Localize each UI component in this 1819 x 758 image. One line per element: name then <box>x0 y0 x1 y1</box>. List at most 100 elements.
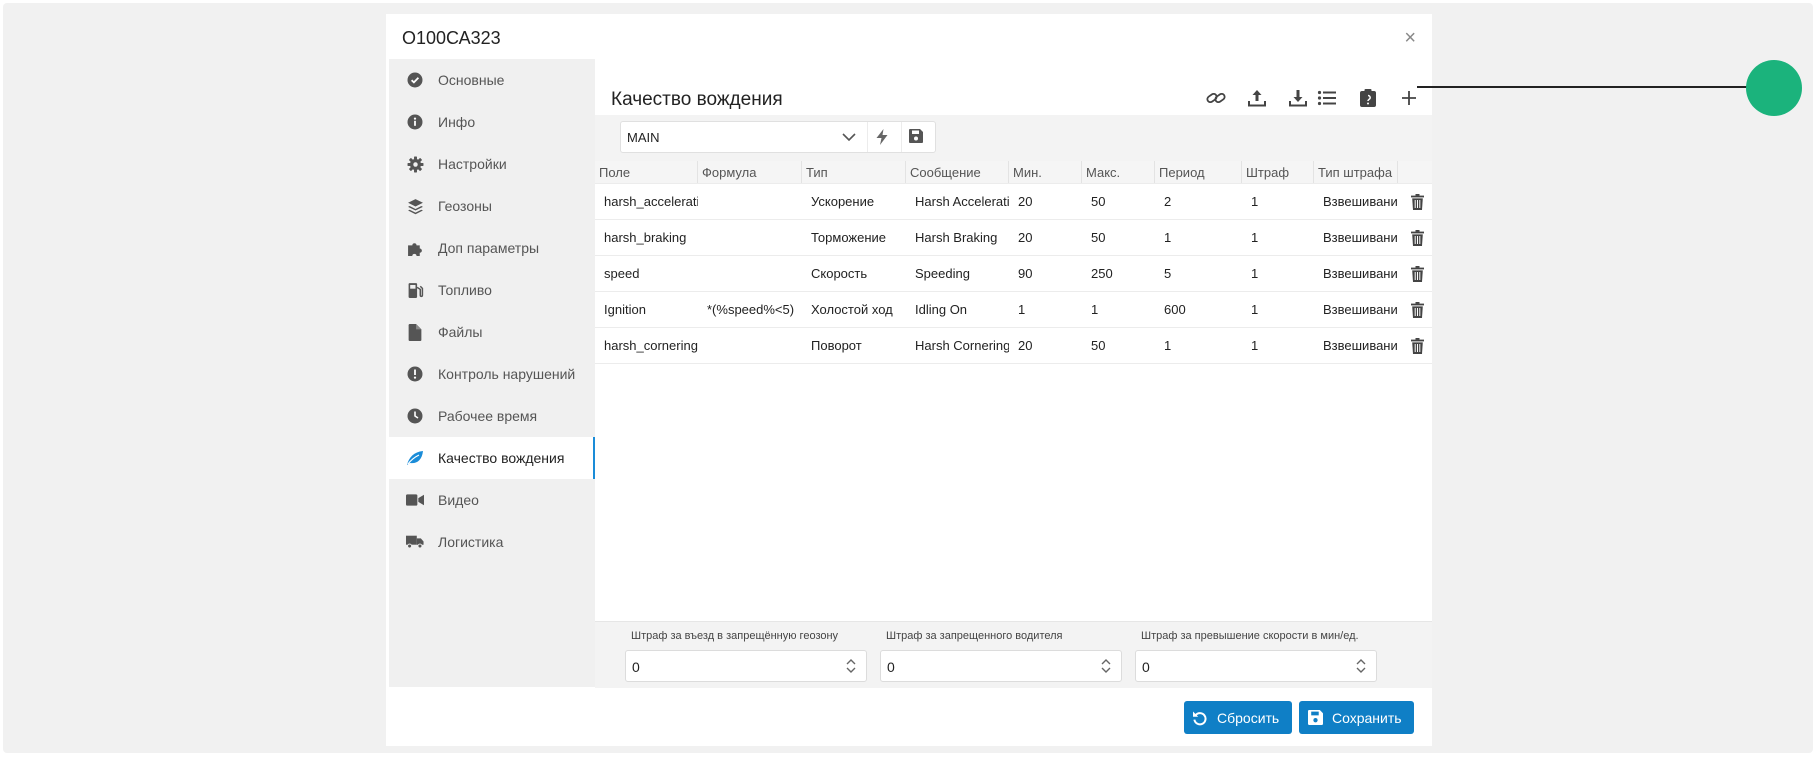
cell-field[interactable]: speed <box>595 256 698 291</box>
download-icon[interactable] <box>1285 85 1311 111</box>
cell-message[interactable]: Speeding <box>906 256 1009 291</box>
trash-icon[interactable] <box>1398 292 1428 327</box>
cell-min[interactable]: 1 <box>1009 292 1082 327</box>
column-header[interactable]: Мин. <box>1009 161 1082 183</box>
scheme-select[interactable]: MAIN <box>620 121 936 153</box>
cell-message[interactable]: Harsh Acceleration <box>906 184 1009 219</box>
sidebar-item-violations[interactable]: Контроль нарушений <box>389 353 595 395</box>
sidebar-item-files[interactable]: Файлы <box>389 311 595 353</box>
cell-period[interactable]: 600 <box>1155 292 1242 327</box>
plus-icon[interactable] <box>1396 85 1422 111</box>
cell-penalty[interactable]: 1 <box>1242 220 1314 255</box>
cell-min[interactable]: 90 <box>1009 256 1082 291</box>
cell-field[interactable]: Ignition <box>595 292 698 327</box>
table-row[interactable]: harsh_braking Торможение Harsh Braking 2… <box>595 220 1432 256</box>
cell-period[interactable]: 1 <box>1155 220 1242 255</box>
cell-field[interactable]: harsh_acceleration <box>595 184 698 219</box>
cell-penalty[interactable]: 1 <box>1242 328 1314 363</box>
cell-max[interactable]: 50 <box>1082 220 1155 255</box>
sidebar-item-extra-params[interactable]: Доп параметры <box>389 227 595 269</box>
stepper-icon[interactable] <box>846 656 856 681</box>
cell-max[interactable]: 50 <box>1082 328 1155 363</box>
cell-period[interactable]: 1 <box>1155 328 1242 363</box>
clipboard-icon[interactable] <box>1355 85 1381 111</box>
column-header[interactable]: Поле <box>595 161 698 183</box>
cell-type[interactable]: Торможение <box>802 220 906 255</box>
save-icon[interactable] <box>909 129 923 148</box>
sidebar-item-fuel[interactable]: Топливо <box>389 269 595 311</box>
save-button[interactable]: Сохранить <box>1299 701 1414 734</box>
stepper-icon[interactable] <box>1101 656 1111 681</box>
cell-min[interactable]: 20 <box>1009 184 1082 219</box>
cell-penalty-type[interactable]: Взвешивание <box>1314 184 1398 219</box>
column-header[interactable]: Сообщение <box>906 161 1009 183</box>
cell-message[interactable]: Harsh Braking <box>906 220 1009 255</box>
vehicle-dialog: О100СА323 × Основные Инфо Настройки Геоз <box>386 14 1432 746</box>
column-header[interactable]: Тип <box>802 161 906 183</box>
reset-button[interactable]: Сбросить <box>1184 701 1292 734</box>
column-header[interactable]: Тип штрафа <box>1314 161 1398 183</box>
speeding-penalty-input[interactable]: 0 <box>1135 650 1377 682</box>
column-header[interactable]: Макс. <box>1082 161 1155 183</box>
cell-period[interactable]: 2 <box>1155 184 1242 219</box>
cell-max[interactable]: 50 <box>1082 184 1155 219</box>
trash-icon[interactable] <box>1398 220 1428 255</box>
table-header: Поле Формула Тип Сообщение Мин. Макс. Пе… <box>595 161 1432 184</box>
sidebar-item-geozones[interactable]: Геозоны <box>389 185 595 227</box>
column-header[interactable]: Формула <box>698 161 802 183</box>
cell-penalty-type[interactable]: Взвешивание <box>1314 328 1398 363</box>
cell-formula[interactable] <box>698 220 802 255</box>
cell-formula[interactable]: *(%speed%<5) <box>698 292 802 327</box>
cell-field[interactable]: harsh_braking <box>595 220 698 255</box>
cell-penalty-type[interactable]: Взвешивание <box>1314 220 1398 255</box>
sidebar-item-main[interactable]: Основные <box>389 59 595 101</box>
sidebar-item-label: Топливо <box>438 282 492 298</box>
cell-message[interactable]: Harsh Cornering <box>906 328 1009 363</box>
cell-penalty-type[interactable]: Взвешивание <box>1314 256 1398 291</box>
cell-min[interactable]: 20 <box>1009 220 1082 255</box>
close-icon[interactable]: × <box>1404 28 1416 48</box>
cell-penalty-type[interactable]: Взвешивание <box>1314 292 1398 327</box>
cell-penalty[interactable]: 1 <box>1242 292 1314 327</box>
stepper-icon[interactable] <box>1356 656 1366 681</box>
table-row[interactable]: harsh_acceleration Ускорение Harsh Accel… <box>595 184 1432 220</box>
trash-icon[interactable] <box>1398 184 1428 219</box>
cell-message[interactable]: Idling On <box>906 292 1009 327</box>
cell-max[interactable]: 250 <box>1082 256 1155 291</box>
cell-formula[interactable] <box>698 256 802 291</box>
sidebar-item-settings[interactable]: Настройки <box>389 143 595 185</box>
cell-formula[interactable] <box>698 184 802 219</box>
geozone-penalty-input[interactable]: 0 <box>625 650 867 682</box>
list-icon[interactable] <box>1314 85 1340 111</box>
table-row[interactable]: speed Скорость Speeding 90 250 5 1 Взвеш… <box>595 256 1432 292</box>
column-header[interactable]: Штраф <box>1242 161 1314 183</box>
lightning-icon[interactable] <box>875 129 889 150</box>
cell-type[interactable]: Ускорение <box>802 184 906 219</box>
trash-icon[interactable] <box>1398 328 1428 363</box>
trash-icon[interactable] <box>1398 256 1428 291</box>
sidebar-item-info[interactable]: Инфо <box>389 101 595 143</box>
sidebar-item-driving-quality[interactable]: Качество вождения <box>389 437 595 479</box>
sidebar-item-logistics[interactable]: Логистика <box>389 521 595 563</box>
truck-icon <box>406 533 424 551</box>
upload-icon[interactable] <box>1244 85 1270 111</box>
sidebar-item-video[interactable]: Видео <box>389 479 595 521</box>
driver-penalty-input[interactable]: 0 <box>880 650 1122 682</box>
cell-type[interactable]: Поворот <box>802 328 906 363</box>
table-row[interactable]: harsh_cornering Поворот Harsh Cornering … <box>595 328 1432 364</box>
cell-penalty[interactable]: 1 <box>1242 184 1314 219</box>
cell-max[interactable]: 1 <box>1082 292 1155 327</box>
cell-field[interactable]: harsh_cornering <box>595 328 698 363</box>
cell-penalty[interactable]: 1 <box>1242 256 1314 291</box>
cell-period[interactable]: 5 <box>1155 256 1242 291</box>
link-icon[interactable] <box>1203 85 1229 111</box>
cell-type[interactable]: Скорость <box>802 256 906 291</box>
sidebar-item-work-time[interactable]: Рабочее время <box>389 395 595 437</box>
cell-type[interactable]: Холостой ход <box>802 292 906 327</box>
column-header[interactable]: Период <box>1155 161 1242 183</box>
table-row[interactable]: Ignition *(%speed%<5) Холостой ход Idlin… <box>595 292 1432 328</box>
cell-min[interactable]: 20 <box>1009 328 1082 363</box>
chevron-down-icon[interactable] <box>842 130 856 149</box>
cell-formula[interactable] <box>698 328 802 363</box>
sidebar-item-label: Рабочее время <box>438 408 538 424</box>
